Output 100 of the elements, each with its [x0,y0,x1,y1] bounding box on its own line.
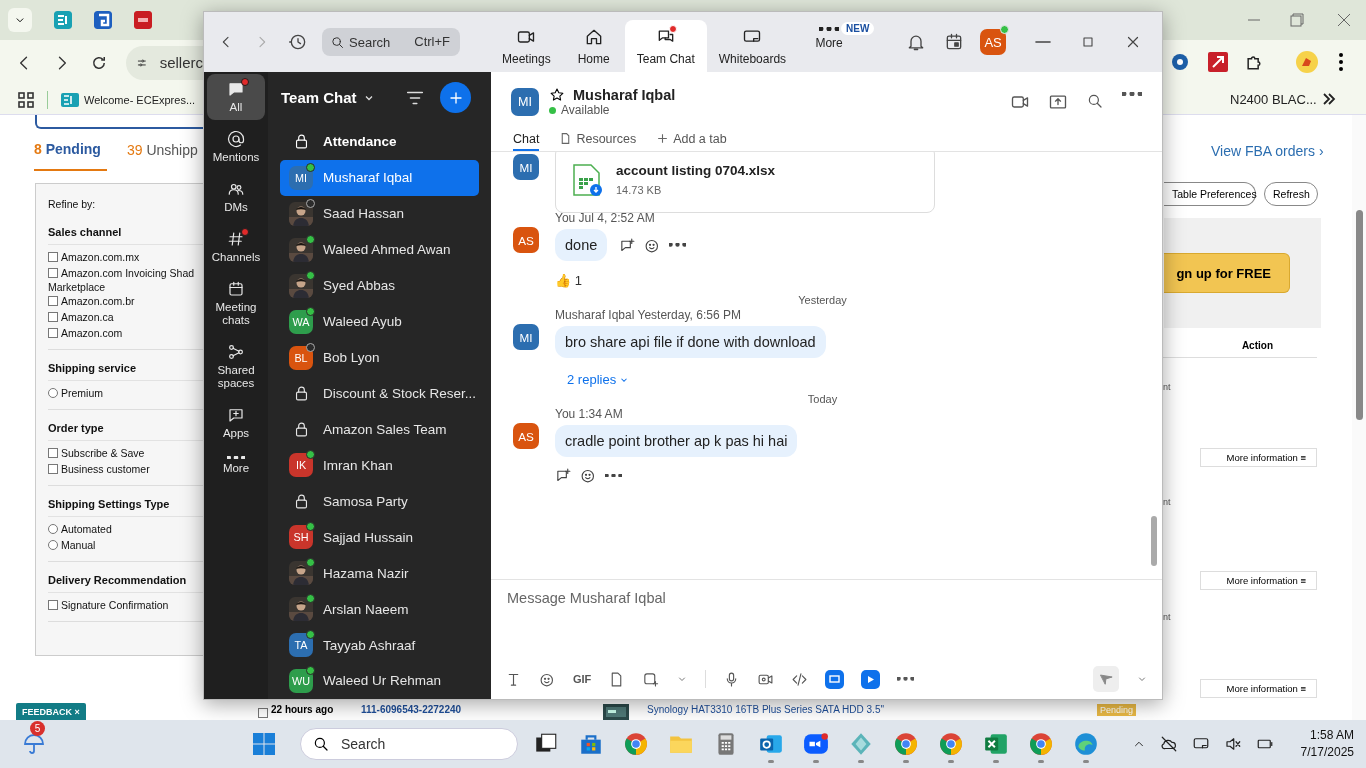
code-icon[interactable] [791,670,809,688]
sidebar-item[interactable]: All [207,74,265,120]
chat-list-item[interactable]: Attendance [280,123,479,160]
gif-button[interactable]: GIF [573,673,592,685]
chrome-icon[interactable] [1028,731,1054,757]
profile-avatar[interactable]: AS [980,29,1007,55]
chat-list-item[interactable]: Waleed Ahmed Awan [280,231,479,268]
bookmark[interactable]: Welcome- ECExpres... [84,93,196,106]
chat-list-item[interactable]: WU Waleed Ur Rehman [280,662,479,699]
refresh-button[interactable]: Refresh [1264,182,1318,206]
reply-icon[interactable] [555,467,572,484]
address-bar[interactable]: sellerc [126,45,203,80]
scrollbar-thumb[interactable] [1151,516,1157,566]
restore-icon[interactable] [1290,13,1304,27]
checkbox[interactable] [48,268,58,278]
checkbox[interactable] [48,312,58,322]
sidebar-item[interactable]: More [207,450,265,482]
chat-list-item[interactable]: WA Waleed Ayub [280,303,479,340]
chat-list-item[interactable]: Saad Hassan [280,195,479,232]
chat-list-item[interactable]: Hazama Nazir [280,555,479,592]
view-fba-link[interactable]: View FBA orders › [1211,143,1324,159]
chrome-icon[interactable] [938,731,964,757]
more-icon[interactable] [1122,92,1142,96]
checkbox[interactable] [48,600,58,610]
reaction[interactable]: 👍 1 [555,273,582,288]
tab-favicon[interactable] [54,11,72,29]
product-link[interactable]: Synology HAT3310 16TB Plus Series SATA HDD 3.5" [647,704,884,715]
checkbox[interactable] [48,328,58,338]
arrow-extension-icon[interactable] [1208,52,1228,72]
spreadsheet-app-icon[interactable] [983,731,1009,757]
more-icon[interactable] [605,473,622,478]
chat-list-item[interactable]: IK Imran Khan [280,447,479,484]
radio-button[interactable] [48,524,58,534]
nav-tab[interactable]: Team Chat [624,20,707,72]
close-icon[interactable] [1337,13,1351,27]
checkbox[interactable] [48,448,58,458]
tab-favicon[interactable] [94,11,112,29]
replies-link[interactable]: 2 replies [555,372,630,387]
minimize-button[interactable] [1034,40,1053,44]
sidebar-item[interactable]: Meeting chats [207,274,265,333]
apps-grid-icon[interactable] [18,91,34,108]
chat-list-item[interactable]: Syed Abbas [280,267,479,304]
bookmark[interactable]: N2400 BLAC... [1230,92,1317,107]
history-button[interactable] [288,32,308,52]
sidebar-item[interactable]: DMs [207,174,265,220]
chat-list-item[interactable]: Arslan Naeem [280,591,479,628]
sidebar-item[interactable]: Apps [207,400,265,446]
double-chevron-icon[interactable] [1322,92,1336,106]
chat-list-item[interactable]: TA Tayyab Ashraaf [280,627,479,663]
speaker-muted-icon[interactable] [1224,735,1243,753]
bookmark-favicon[interactable] [61,92,79,107]
checkbox[interactable] [258,708,268,718]
chat-list-item[interactable]: Discount & Stock Reser... [280,375,479,412]
send-button[interactable] [1093,666,1119,692]
radio-button[interactable] [48,540,58,550]
clips-app-icon[interactable] [861,669,881,689]
feedback-button[interactable]: FEEDBACK × [16,703,86,720]
whiteboard-app-icon[interactable] [825,669,845,689]
chat-tab[interactable]: Chat [513,132,540,151]
more-icon[interactable] [669,243,687,247]
scrollbar-thumb[interactable] [1356,210,1363,420]
order-status-tab[interactable]: 39 Unshipp [126,140,204,171]
nav-tab[interactable]: Whiteboards [706,20,799,72]
checkbox[interactable] [48,252,58,262]
checkbox[interactable] [48,464,58,474]
order-status-tab[interactable]: 8 Pending [34,140,107,171]
chrome-icon[interactable] [893,731,919,757]
sidebar-item[interactable]: Shared spaces [207,337,265,396]
windows-logo-icon[interactable] [252,732,276,756]
tab-favicon[interactable] [134,11,152,29]
chat-list-item[interactable]: MI Musharaf Iqbal [280,159,479,196]
chat-tab[interactable]: Resources [559,132,637,151]
video-app-icon[interactable] [803,731,829,757]
signup-button[interactable]: gn up for FREE [1164,253,1290,293]
taskbar-search-field[interactable]: Search [300,728,518,760]
reply-icon[interactable] [619,236,637,254]
order-id-link[interactable]: 111-6096543-2272240 [361,704,462,715]
compass-icon[interactable] [1170,52,1190,72]
chat-list-item[interactable]: Amazon Sales Team [280,411,479,448]
umbrella-icon[interactable] [22,732,46,756]
nav-tab[interactable]: Meetings [490,20,563,72]
nav-tab[interactable]: Home [562,20,625,72]
search-icon[interactable] [1086,92,1104,110]
emoji-icon[interactable] [580,467,597,484]
browser-wave-icon[interactable] [1073,731,1099,757]
checkbox[interactable] [48,296,58,306]
more-icon[interactable] [897,677,915,681]
profile-icon[interactable] [1296,51,1318,73]
more-information-button[interactable]: More information ≡ [1200,679,1317,698]
new-chat-button[interactable] [440,82,471,114]
sidebar-item[interactable]: Mentions [207,124,265,170]
chat-list-item[interactable]: SH Sajjad Hussain [280,519,479,556]
menu-icon[interactable] [1338,52,1344,72]
file-card[interactable]: account listing 0704.xlsx 14.73 KB [555,152,935,213]
sidebar-item[interactable]: Channels [207,224,265,270]
cloud-off-icon[interactable] [1160,735,1179,753]
star-icon[interactable] [549,87,565,103]
chat-tab[interactable]: Add a tab [656,132,727,151]
radio-button[interactable] [48,388,58,398]
table-preferences-button[interactable]: Table Preferences [1164,182,1256,206]
